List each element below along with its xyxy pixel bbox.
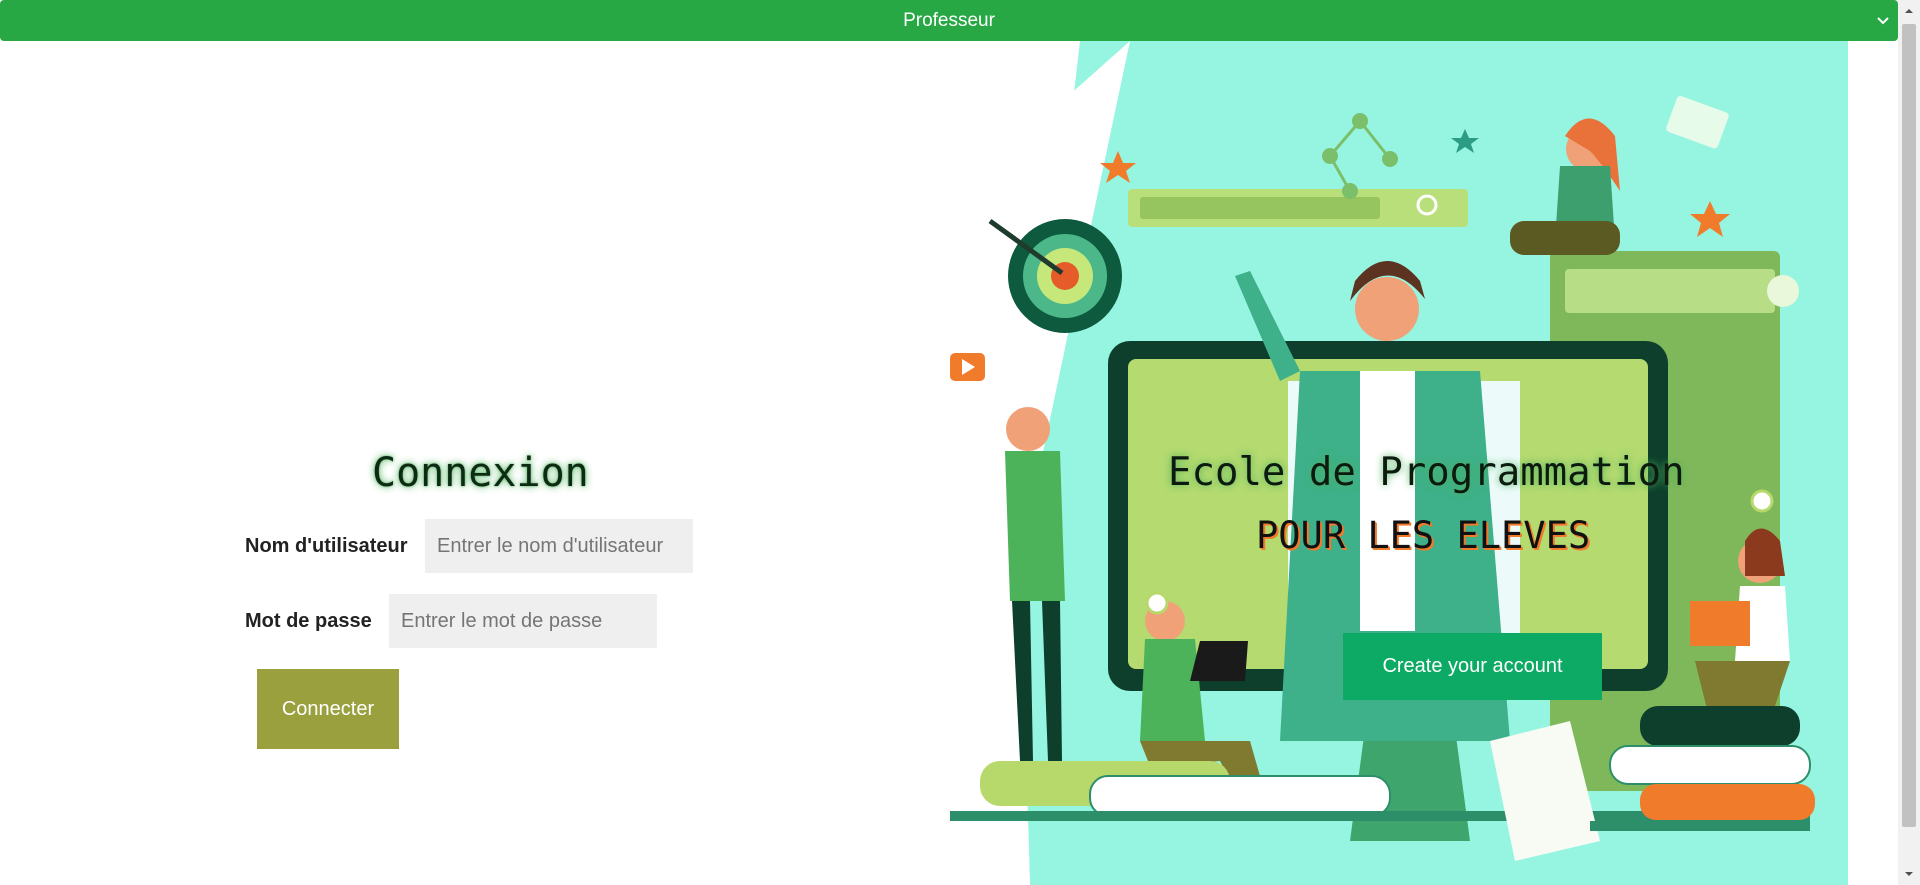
page-scrollbar[interactable]	[1898, 0, 1920, 885]
username-input[interactable]	[425, 519, 693, 573]
role-select-value: Professeur	[903, 9, 995, 31]
scroll-up-icon[interactable]	[1904, 6, 1914, 16]
password-input[interactable]	[389, 594, 657, 648]
create-account-button[interactable]: Create your account	[1343, 633, 1602, 700]
hero-title: Ecole de Programmation	[1168, 450, 1685, 495]
scroll-down-icon[interactable]	[1904, 869, 1914, 879]
password-label: Mot de passe	[245, 610, 372, 632]
username-label: Nom d'utilisateur	[245, 535, 408, 557]
chevron-down-icon	[1874, 11, 1892, 29]
connect-button[interactable]: Connecter	[257, 669, 399, 749]
login-title: Connexion	[372, 450, 589, 496]
role-select[interactable]: Professeur	[0, 0, 1898, 41]
scrollbar-thumb[interactable]	[1902, 24, 1916, 827]
hero-subtitle: POUR LES ELEVES	[1256, 514, 1591, 557]
